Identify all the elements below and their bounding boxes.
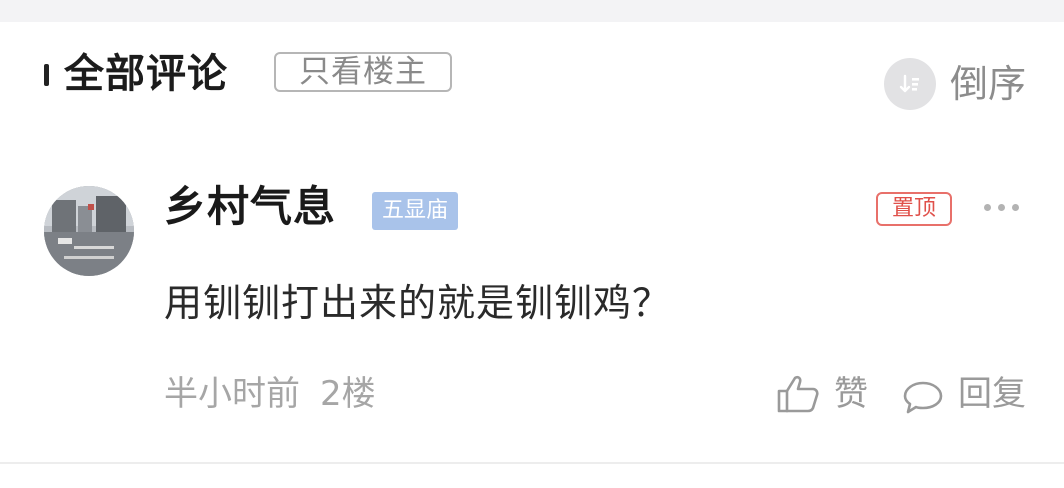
comments-title: 全部评论 bbox=[64, 51, 228, 97]
reply-label: 回复 bbox=[958, 374, 1026, 414]
comment-text: 用钏钏打出来的就是钏钏鸡？ bbox=[164, 281, 672, 325]
sort-icon bbox=[884, 58, 936, 110]
comment-username[interactable]: 乡村气息 bbox=[164, 182, 336, 232]
chat-bubble-icon bbox=[903, 381, 943, 414]
comment-floor: 2楼 bbox=[320, 374, 376, 414]
only-op-filter-button[interactable]: 只看楼主 bbox=[274, 52, 452, 92]
avatar[interactable] bbox=[44, 186, 134, 276]
comment-time: 半小时前 bbox=[164, 374, 300, 414]
like-label: 赞 bbox=[834, 374, 868, 414]
section-marker bbox=[44, 64, 49, 86]
comment-meta: 半小时前 2楼 bbox=[164, 372, 376, 416]
comment-item: 乡村气息 五显庙 置顶 用钏钏打出来的就是钏钏鸡？ 半小时前 2楼 赞 回复 bbox=[0, 160, 1064, 460]
pinned-tag: 置顶 bbox=[876, 192, 952, 226]
more-options-icon[interactable] bbox=[982, 204, 1022, 212]
thumbs-up-icon bbox=[777, 375, 819, 413]
divider bbox=[0, 462, 1064, 464]
sort-label: 倒序 bbox=[950, 62, 1027, 106]
top-gray-strip bbox=[0, 0, 1064, 22]
location-badge: 五显庙 bbox=[372, 192, 458, 230]
comments-header: 全部评论 只看楼主 倒序 bbox=[0, 22, 1064, 132]
